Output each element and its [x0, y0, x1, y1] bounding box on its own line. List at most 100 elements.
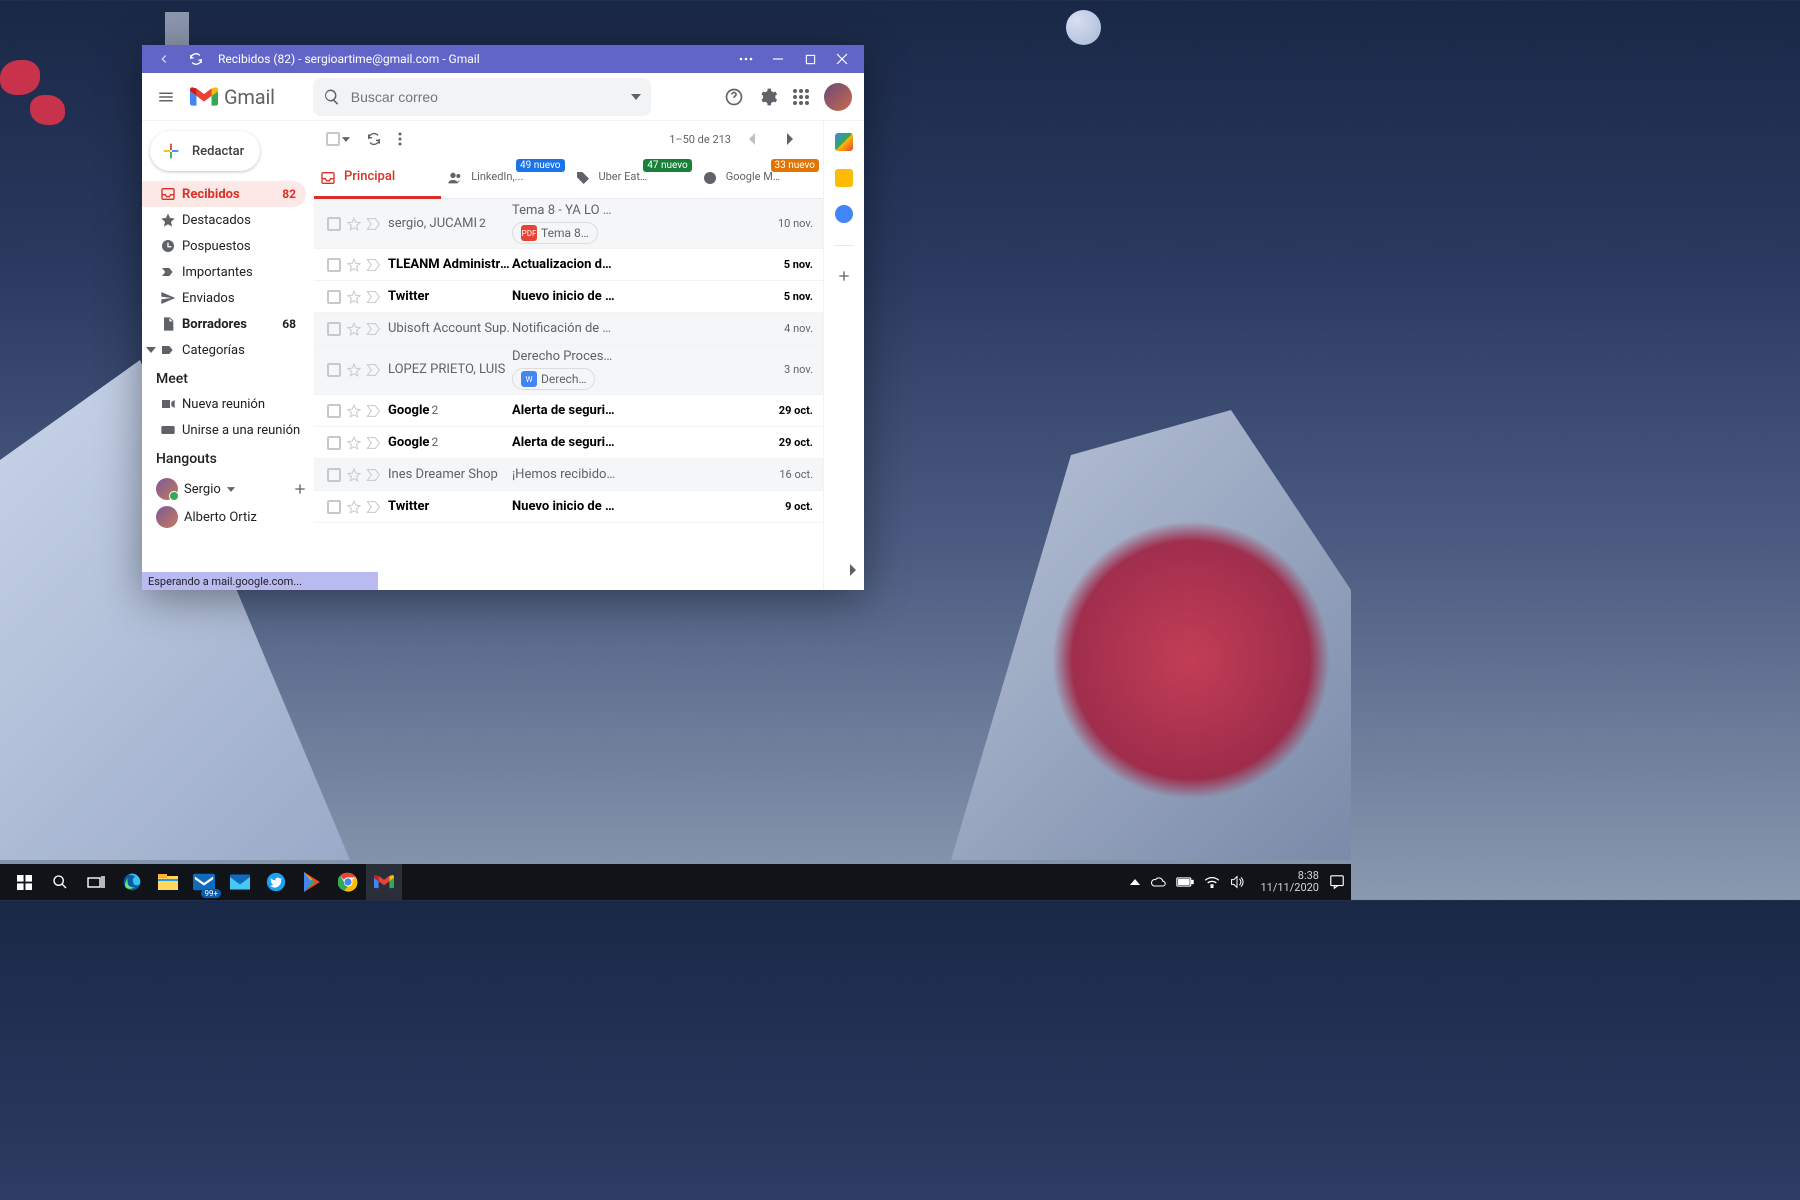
important-icon[interactable]	[364, 468, 384, 482]
battery-icon[interactable]	[1176, 877, 1194, 887]
mail-list[interactable]: sergio, JUCAMI2 Tema 8 - YA LO … PDFTema…	[314, 199, 823, 590]
close-button[interactable]	[826, 45, 858, 73]
gmail-logo[interactable]: Gmail	[190, 85, 275, 109]
mail-row[interactable]: sergio, JUCAMI2 Tema 8 - YA LO … PDFTema…	[314, 199, 823, 249]
maximize-button[interactable]	[794, 45, 826, 73]
taskbar[interactable]: 99+ 8:38 11/11/2020	[0, 864, 1351, 900]
nav-inbox[interactable]: Recibidos 82	[142, 181, 306, 207]
star-icon[interactable]	[344, 467, 364, 483]
search-bar[interactable]	[313, 78, 651, 116]
start-button[interactable]	[6, 864, 42, 900]
calendar-icon[interactable]	[835, 133, 853, 151]
help-icon[interactable]	[724, 87, 744, 107]
row-checkbox[interactable]	[324, 258, 344, 272]
keep-icon[interactable]	[835, 169, 853, 187]
star-icon[interactable]	[344, 362, 364, 378]
mail-row[interactable]: LOPEZ PRIETO, LUIS Derecho Proces… WDere…	[314, 345, 823, 395]
mail-row[interactable]: Twitter Nuevo inicio de … 9 oct.	[314, 491, 823, 523]
taskbar-explorer[interactable]	[150, 864, 186, 900]
refresh-icon[interactable]	[366, 131, 382, 147]
more-button[interactable]	[730, 45, 762, 73]
important-icon[interactable]	[364, 258, 384, 272]
attachment-chip[interactable]: WDerech…	[512, 368, 595, 390]
main-menu-button[interactable]	[154, 85, 178, 109]
star-icon[interactable]	[344, 257, 364, 273]
row-checkbox[interactable]	[324, 290, 344, 304]
onedrive-icon[interactable]	[1150, 875, 1166, 889]
nav-snoozed[interactable]: Pospuestos	[142, 233, 306, 259]
next-page[interactable]	[787, 133, 811, 145]
nav-drafts[interactable]: Borradores 68	[142, 311, 306, 337]
taskbar-mail-1[interactable]: 99+	[186, 864, 222, 900]
mail-row[interactable]: Google2 Alerta de seguri… 29 oct.	[314, 395, 823, 427]
apps-icon[interactable]	[792, 88, 810, 106]
account-avatar[interactable]	[824, 83, 852, 111]
meet-join[interactable]: Unirse a una reunión	[142, 417, 314, 443]
mail-row[interactable]: Twitter Nuevo inicio de … 5 nov.	[314, 281, 823, 313]
add-icon[interactable]	[292, 481, 308, 497]
row-checkbox[interactable]	[324, 468, 344, 482]
minimize-button[interactable]	[762, 45, 794, 73]
taskbar-mail-2[interactable]	[222, 864, 258, 900]
star-icon[interactable]	[344, 499, 364, 515]
attachment-chip[interactable]: PDFTema 8…	[512, 222, 598, 244]
back-button[interactable]	[148, 45, 180, 73]
row-checkbox[interactable]	[324, 404, 344, 418]
settings-icon[interactable]	[758, 87, 778, 107]
taskbar-edge[interactable]	[114, 864, 150, 900]
tab-social[interactable]: 49 nuevo LinkedIn,...	[441, 157, 568, 198]
important-icon[interactable]	[364, 322, 384, 336]
hangouts-self[interactable]: Sergio	[142, 475, 314, 503]
compose-button[interactable]: Redactar	[150, 131, 260, 171]
more-icon[interactable]	[398, 132, 402, 146]
important-icon[interactable]	[364, 436, 384, 450]
taskbar-clock[interactable]: 8:38 11/11/2020	[1260, 870, 1319, 894]
add-addon-icon[interactable]	[836, 268, 852, 284]
meet-new[interactable]: Nueva reunión	[142, 391, 314, 417]
nav-categories[interactable]: Categorías	[142, 337, 306, 363]
important-icon[interactable]	[364, 404, 384, 418]
side-panel-toggle[interactable]	[850, 564, 858, 576]
tray-overflow-icon[interactable]	[1130, 879, 1140, 885]
mail-row[interactable]: Ines Dreamer Shop ¡Hemos recibido… 16 oc…	[314, 459, 823, 491]
hangouts-contact[interactable]: Alberto Ortiz	[142, 503, 314, 531]
refresh-button[interactable]	[180, 45, 212, 73]
tab-primary[interactable]: Principal	[314, 157, 441, 198]
taskbar-gmail[interactable]	[366, 864, 402, 900]
mail-row[interactable]: Google2 Alerta de seguri… 29 oct.	[314, 427, 823, 459]
notifications-icon[interactable]	[1329, 874, 1345, 890]
mail-row[interactable]: TLEANM Administraci. Actualizacion d… 5 …	[314, 249, 823, 281]
nav-sent[interactable]: Enviados	[142, 285, 306, 311]
tab-updates[interactable]: 33 nuevo Google M…	[696, 157, 823, 198]
volume-icon[interactable]	[1230, 875, 1244, 889]
row-checkbox[interactable]	[324, 500, 344, 514]
important-icon[interactable]	[364, 363, 384, 377]
search-button[interactable]	[42, 864, 78, 900]
prev-page[interactable]	[747, 133, 771, 145]
tab-promotions[interactable]: 47 nuevo Uber Eat…	[569, 157, 696, 198]
taskbar-chrome[interactable]	[330, 864, 366, 900]
important-icon[interactable]	[364, 500, 384, 514]
star-icon[interactable]	[344, 435, 364, 451]
wifi-icon[interactable]	[1204, 876, 1220, 888]
row-checkbox[interactable]	[324, 436, 344, 450]
tasks-icon[interactable]	[835, 205, 853, 223]
search-options-icon[interactable]	[631, 94, 641, 100]
star-icon[interactable]	[344, 321, 364, 337]
system-tray[interactable]: 8:38 11/11/2020	[1130, 870, 1345, 894]
star-icon[interactable]	[344, 289, 364, 305]
search-input[interactable]	[351, 89, 631, 105]
taskbar-twitter[interactable]	[258, 864, 294, 900]
row-checkbox[interactable]	[324, 217, 344, 231]
nav-important[interactable]: Importantes	[142, 259, 306, 285]
mail-row[interactable]: Ubisoft Account Sup. Notificación de … 4…	[314, 313, 823, 345]
select-all[interactable]	[326, 132, 350, 146]
star-icon[interactable]	[344, 216, 364, 232]
important-icon[interactable]	[364, 217, 384, 231]
important-icon[interactable]	[364, 290, 384, 304]
row-checkbox[interactable]	[324, 363, 344, 377]
taskbar-play[interactable]	[294, 864, 330, 900]
task-view-button[interactable]	[78, 864, 114, 900]
row-checkbox[interactable]	[324, 322, 344, 336]
nav-starred[interactable]: Destacados	[142, 207, 306, 233]
